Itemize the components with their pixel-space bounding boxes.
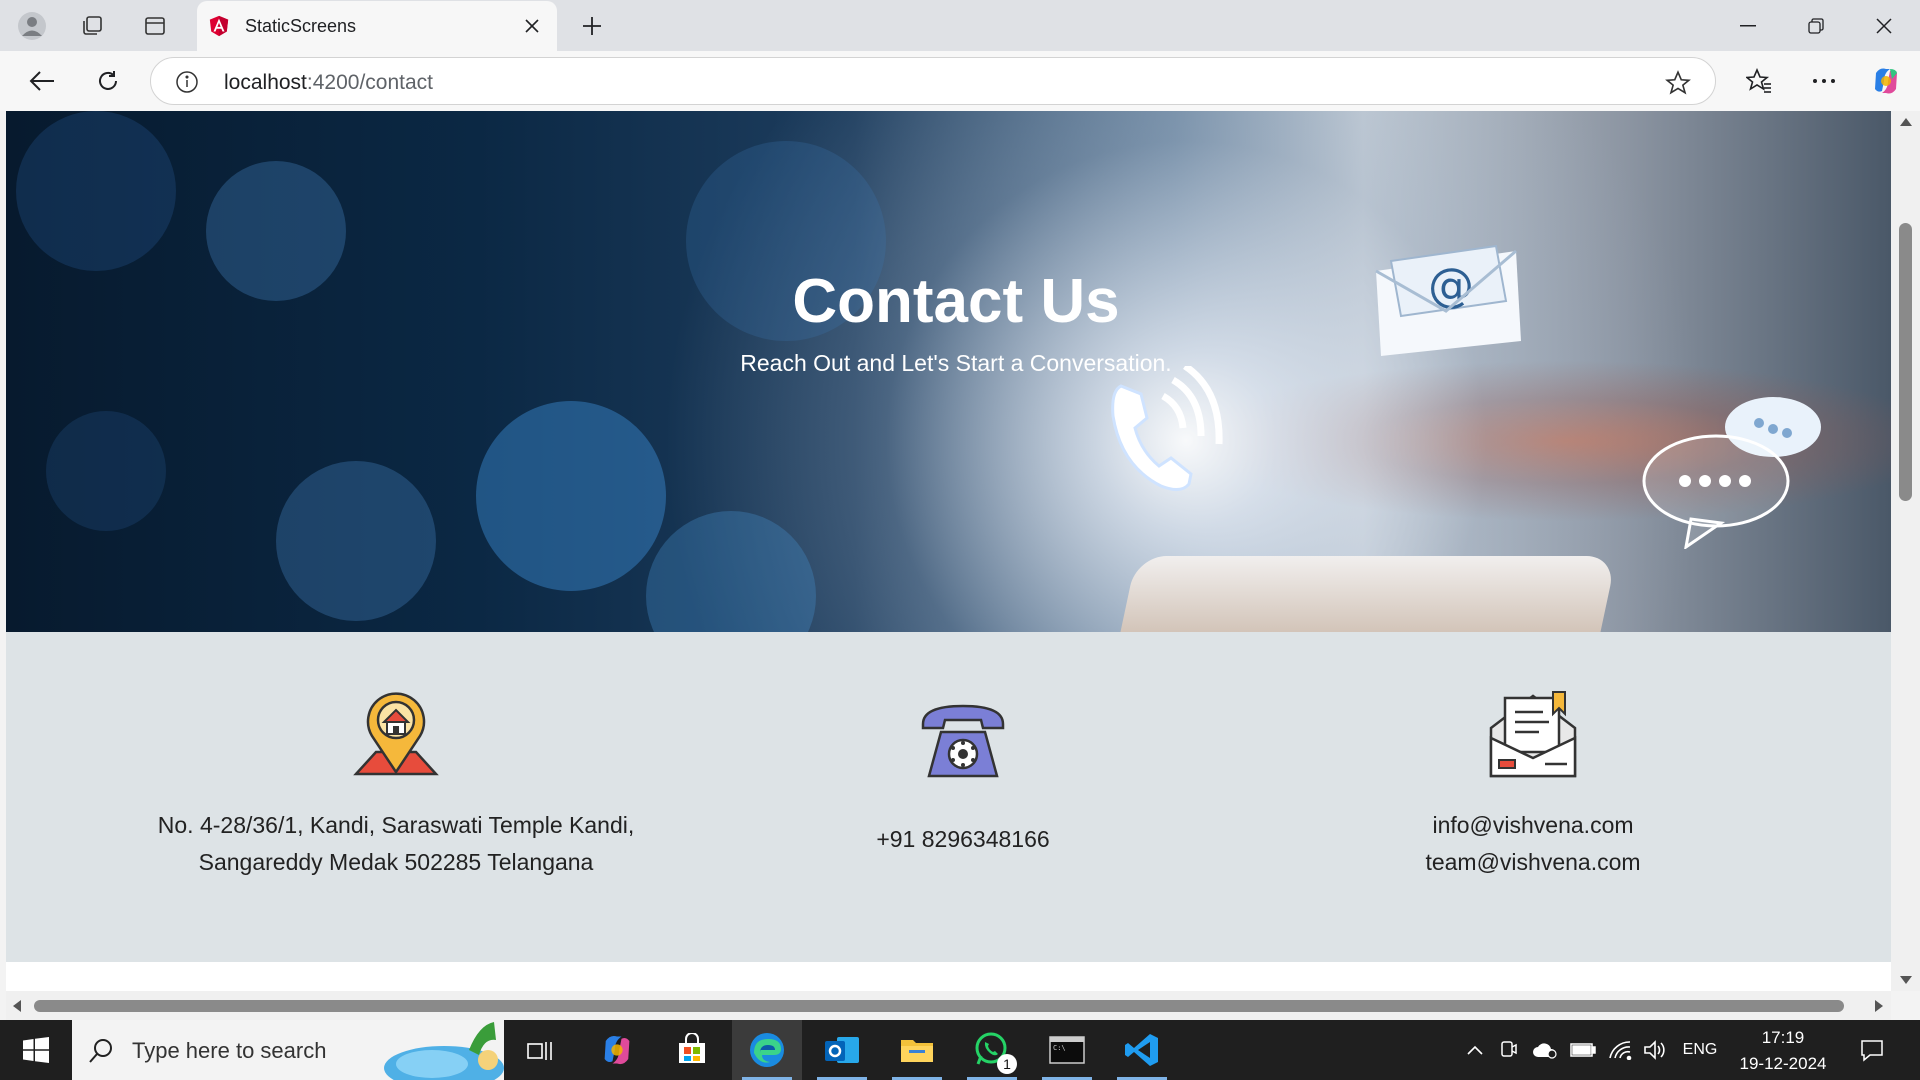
angular-favicon-icon — [209, 15, 229, 37]
address-line-1: No. 4-28/36/1, Kandi, Saraswati Temple K… — [157, 812, 635, 838]
phone-card: +91 8296348166 — [683, 684, 1243, 858]
meet-now-icon[interactable] — [1494, 1020, 1524, 1080]
search-placeholder: Type here to search — [132, 1038, 327, 1063]
whatsapp-icon[interactable]: 1 — [957, 1020, 1027, 1080]
page-title: Contact Us — [792, 267, 1120, 336]
copilot-taskbar-icon[interactable] — [582, 1020, 652, 1080]
address-line-2: Sangareddy Medak 502285 Telangana — [198, 849, 594, 875]
scroll-left-icon[interactable] — [12, 999, 22, 1013]
telephone-icon — [921, 704, 1005, 778]
horizontal-scroll-thumb[interactable] — [34, 1000, 1844, 1012]
chat-bubbles-icon — [1642, 397, 1821, 549]
new-tab-icon[interactable] — [574, 8, 610, 44]
page-viewport: @ Contact Us Reach Out and Let's Start a… — [6, 111, 1891, 991]
bokeh-decoration — [646, 511, 816, 632]
phone-number[interactable]: +91 8296348166 — [683, 821, 1243, 858]
tab-title: StaticScreens — [245, 16, 357, 36]
vertical-scroll-thumb[interactable] — [1899, 223, 1912, 501]
minimize-icon[interactable] — [1714, 0, 1782, 51]
tab-actions-icon[interactable] — [137, 8, 173, 44]
email-card: info@vishvena.com team@vishvena.com — [1253, 684, 1813, 881]
outlook-icon[interactable] — [807, 1020, 877, 1080]
phone-call-icon — [1111, 366, 1223, 491]
restore-icon[interactable] — [1782, 0, 1850, 51]
battery-icon[interactable] — [1566, 1020, 1600, 1080]
windows-taskbar: Type here to search 1 C:\ ENG 17:19 19-1… — [0, 1020, 1920, 1080]
tab-staticscreens[interactable]: StaticScreens — [197, 1, 557, 51]
back-icon[interactable] — [22, 61, 62, 101]
notification-badge: 1 — [997, 1054, 1017, 1074]
location-home-icon — [353, 692, 439, 776]
contact-info-section: No. 4-28/36/1, Kandi, Saraswati Temple K… — [6, 632, 1891, 962]
tab-close-icon[interactable] — [519, 13, 545, 39]
volume-icon[interactable] — [1638, 1020, 1672, 1080]
bokeh-decoration — [276, 461, 436, 621]
tab-strip: StaticScreens — [0, 0, 1920, 51]
language-indicator[interactable]: ENG — [1680, 1020, 1720, 1080]
bokeh-decoration — [476, 401, 666, 591]
phone-image — [1115, 556, 1617, 632]
site-info-icon[interactable] — [175, 70, 199, 94]
search-icon — [89, 1039, 112, 1063]
email-info[interactable]: info@vishvena.com — [1253, 807, 1813, 844]
address-card: No. 4-28/36/1, Kandi, Saraswati Temple K… — [116, 684, 676, 881]
address-bar[interactable]: localhost:4200/contact — [150, 57, 1716, 105]
email-team[interactable]: team@vishvena.com — [1253, 844, 1813, 881]
favorites-icon[interactable] — [1739, 61, 1779, 101]
workspaces-icon[interactable] — [74, 8, 110, 44]
url-text[interactable]: localhost:4200/contact — [224, 71, 433, 95]
hero-banner: @ Contact Us Reach Out and Let's Start a… — [6, 111, 1891, 632]
bokeh-decoration — [46, 411, 166, 531]
wifi-icon[interactable] — [1603, 1020, 1637, 1080]
windows-start-icon[interactable] — [0, 1020, 72, 1080]
search-highlight-icon — [384, 1022, 504, 1080]
system-clock[interactable]: 17:19 19-12-2024 — [1733, 1025, 1833, 1077]
address-toolbar: localhost:4200/contact — [0, 51, 1920, 111]
onedrive-icon[interactable] — [1528, 1020, 1562, 1080]
browser-window: StaticScreens localhost:4200/contact @ C… — [0, 0, 1920, 1020]
taskbar-search-box[interactable]: Type here to search — [72, 1020, 504, 1080]
copilot-icon[interactable] — [1866, 61, 1906, 101]
page-subtitle: Reach Out and Let's Start a Conversation… — [740, 350, 1172, 376]
horizontal-scrollbar[interactable] — [6, 991, 1891, 1020]
bokeh-decoration — [16, 111, 176, 271]
profile-icon[interactable] — [14, 8, 50, 44]
favorite-star-icon[interactable] — [1665, 70, 1691, 96]
scroll-right-icon[interactable] — [1874, 999, 1884, 1013]
svg-text:C:\: C:\ — [1053, 1044, 1066, 1052]
scroll-up-icon[interactable] — [1899, 117, 1913, 127]
vertical-scrollbar[interactable] — [1891, 111, 1920, 991]
notifications-icon[interactable] — [1852, 1020, 1892, 1080]
edge-browser-icon[interactable] — [732, 1020, 802, 1080]
email-letter-icon — [1489, 691, 1577, 778]
close-window-icon[interactable] — [1850, 0, 1918, 51]
vscode-icon[interactable] — [1107, 1020, 1177, 1080]
more-options-icon[interactable] — [1804, 61, 1844, 101]
refresh-icon[interactable] — [88, 61, 128, 101]
clock-date: 19-12-2024 — [1739, 1054, 1827, 1073]
terminal-icon[interactable]: C:\ — [1032, 1020, 1102, 1080]
clock-time: 17:19 — [1761, 1028, 1805, 1047]
microsoft-store-icon[interactable] — [657, 1020, 727, 1080]
task-view-icon[interactable] — [505, 1020, 575, 1080]
scroll-down-icon[interactable] — [1899, 975, 1913, 985]
file-explorer-icon[interactable] — [882, 1020, 952, 1080]
show-hidden-icons-icon[interactable] — [1460, 1020, 1490, 1080]
